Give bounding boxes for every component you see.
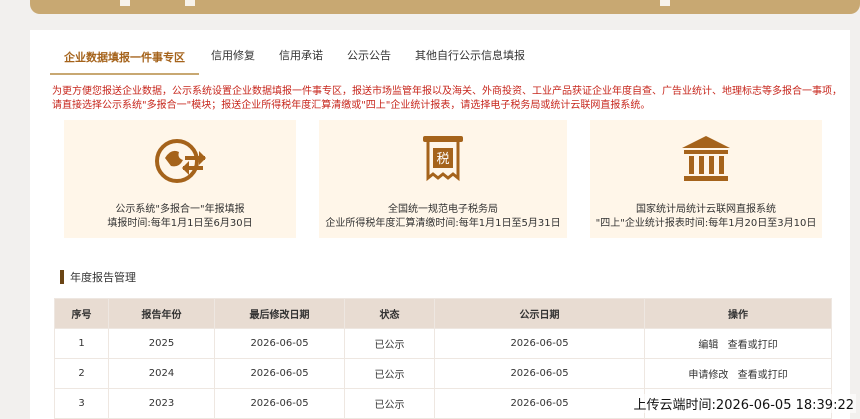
tab-bar: 企业数据填报一件事专区 信用修复 信用承诺 公示公告 其他自行公示信息填报 bbox=[50, 45, 537, 75]
cell-status: 已公示 bbox=[344, 388, 435, 419]
card-title: 全国统一规范电子税务局 bbox=[388, 204, 498, 215]
cell-modified: 2026-06-05 bbox=[214, 328, 345, 359]
cell-year: 2024 bbox=[108, 358, 215, 389]
svg-text:税: 税 bbox=[436, 152, 449, 167]
card-title: 国家统计局统计云联网直报系统 bbox=[636, 204, 776, 215]
cell-status: 已公示 bbox=[344, 328, 435, 359]
tab-data-filing[interactable]: 企业数据填报一件事专区 bbox=[50, 49, 199, 75]
tax-icon: 税 bbox=[423, 136, 463, 182]
card-statistics[interactable]: 国家统计局统计云联网直报系统 "四上"企业统计报表时间:每年1月20日至3月10… bbox=[590, 120, 822, 238]
table-row: 2 2024 2026-06-05 已公示 2026-06-05 申请修改 查看… bbox=[54, 358, 832, 389]
card-annual-report[interactable]: 公示系统"多报合一"年报填报 填报时间:每年1月1日至6月30日 bbox=[64, 120, 296, 238]
col-header-ops: 操作 bbox=[644, 298, 832, 329]
tab-other-disclosure[interactable]: 其他自行公示信息填报 bbox=[403, 47, 537, 75]
document-icon bbox=[185, 0, 195, 6]
col-header-year: 报告年份 bbox=[108, 298, 215, 329]
cell-published: 2026-06-05 bbox=[434, 388, 645, 419]
cell-year: 2023 bbox=[108, 388, 215, 419]
section-title: 年度报告管理 bbox=[60, 269, 136, 285]
report-exchange-icon bbox=[155, 139, 206, 183]
cell-ops: 编辑 查看或打印 bbox=[644, 328, 832, 359]
cell-year: 2025 bbox=[108, 328, 215, 359]
request-modify-link[interactable]: 申请修改 bbox=[688, 370, 728, 381]
col-header-modified: 最后修改日期 bbox=[214, 298, 345, 329]
card-period: 企业所得税年度汇算清缴时间:每年1月1日至5月31日 bbox=[325, 218, 561, 229]
tab-credit-commitment[interactable]: 信用承诺 bbox=[267, 47, 335, 75]
col-header-status: 状态 bbox=[344, 298, 435, 329]
upload-timestamp-watermark: 上传云端时间:2026-06-05 18:39:22 bbox=[631, 394, 856, 413]
cell-no: 2 bbox=[54, 358, 109, 389]
view-print-link[interactable]: 查看或打印 bbox=[728, 340, 778, 351]
menu-icon bbox=[120, 0, 130, 6]
main-panel: 企业数据填报一件事专区 信用修复 信用承诺 公示公告 其他自行公示信息填报 为更… bbox=[30, 30, 850, 419]
user-icon bbox=[660, 0, 670, 6]
cell-modified: 2026-06-05 bbox=[214, 358, 345, 389]
cell-no: 3 bbox=[54, 388, 109, 419]
card-period: "四上"企业统计报表时间:每年1月20日至3月10日 bbox=[595, 218, 817, 229]
view-print-link[interactable]: 查看或打印 bbox=[738, 370, 788, 381]
government-building-icon bbox=[682, 136, 730, 181]
filing-notice: 为更方便您报送企业数据，公示系统设置企业数据填报一件事专区，报送市场监管年报以及… bbox=[52, 86, 842, 111]
cell-published: 2026-06-05 bbox=[434, 328, 645, 359]
card-period: 填报时间:每年1月1日至6月30日 bbox=[107, 218, 253, 229]
cell-no: 1 bbox=[54, 328, 109, 359]
cell-ops: 申请修改 查看或打印 bbox=[644, 358, 832, 389]
cell-modified: 2026-06-05 bbox=[214, 388, 345, 419]
cell-published: 2026-06-05 bbox=[434, 358, 645, 389]
table-row: 1 2025 2026-06-05 已公示 2026-06-05 编辑 查看或打… bbox=[54, 328, 832, 359]
card-title: 公示系统"多报合一"年报填报 bbox=[115, 204, 245, 215]
section-title-text: 年度报告管理 bbox=[70, 271, 136, 284]
table-header-row: 序号 报告年份 最后修改日期 状态 公示日期 操作 bbox=[54, 298, 832, 329]
card-tax-bureau[interactable]: 税 全国统一规范电子税务局 企业所得税年度汇算清缴时间:每年1月1日至5月31日 bbox=[319, 120, 567, 238]
col-header-published: 公示日期 bbox=[434, 298, 645, 329]
tab-announcements[interactable]: 公示公告 bbox=[335, 47, 403, 75]
edit-link[interactable]: 编辑 bbox=[698, 340, 718, 351]
section-marker bbox=[60, 270, 64, 284]
col-header-no: 序号 bbox=[54, 298, 109, 329]
tab-credit-repair[interactable]: 信用修复 bbox=[199, 47, 267, 75]
cell-status: 已公示 bbox=[344, 358, 435, 389]
top-bar bbox=[30, 0, 860, 14]
